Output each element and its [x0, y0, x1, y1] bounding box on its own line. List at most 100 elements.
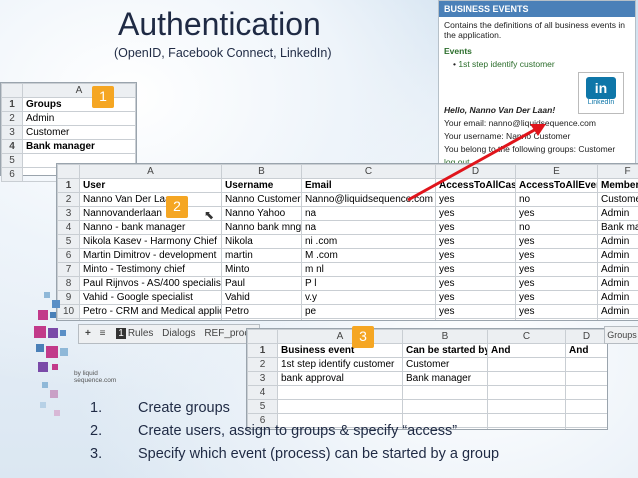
cell[interactable]	[565, 357, 607, 372]
cell[interactable]: Nanno@liquidsequence.com	[301, 192, 436, 207]
tab-rules[interactable]: Rules	[128, 328, 154, 339]
cell[interactable]: Admin	[597, 318, 638, 320]
tab-ref-proc[interactable]: REF_proc	[204, 328, 249, 339]
cell[interactable]: yes	[515, 206, 598, 221]
column-header[interactable]: D	[435, 164, 516, 179]
cell[interactable]: Admin	[597, 290, 638, 305]
cell[interactable]: v.y	[301, 290, 436, 305]
cell[interactable]	[487, 371, 566, 386]
cell[interactable]: yes	[435, 220, 516, 235]
cell[interactable]: Admin	[597, 206, 638, 221]
cell[interactable]: bank approval	[277, 371, 403, 386]
cell[interactable]: pe	[301, 304, 436, 319]
cell[interactable]: yes	[435, 290, 516, 305]
cell[interactable]: Email	[301, 178, 436, 193]
cell[interactable]: Paul	[221, 276, 302, 291]
cell[interactable]	[487, 385, 566, 400]
cell[interactable]: Bank manager	[402, 371, 488, 386]
column-header[interactable]: D	[565, 329, 607, 344]
cell[interactable]: na	[301, 206, 436, 221]
cell[interactable]	[402, 385, 488, 400]
cell[interactable]	[487, 413, 566, 428]
column-header[interactable]: A	[79, 164, 222, 179]
cell[interactable]	[277, 385, 403, 400]
cell[interactable]: Nikola Kasev - Harmony Chief	[79, 234, 222, 249]
column-header[interactable]: C	[301, 164, 436, 179]
cell[interactable]: AccessToAllCases	[435, 178, 516, 193]
cell[interactable]	[565, 413, 607, 428]
tab-groups[interactable]: Groups	[604, 326, 638, 344]
cell[interactable]: Minto	[221, 262, 302, 277]
cell[interactable]: martin2	[221, 318, 302, 320]
event-link[interactable]: 1st step identify customer	[458, 59, 554, 69]
cell[interactable]: Can be started by	[402, 343, 488, 358]
cell[interactable]: And	[487, 343, 566, 358]
linkedin-logo[interactable]: in LinkedIn	[578, 72, 624, 114]
cell[interactable]: Minto - Testimony chief	[79, 262, 222, 277]
cell[interactable]: Customer	[402, 357, 488, 372]
column-header[interactable]: A	[22, 83, 136, 98]
cell[interactable]: yes	[515, 262, 598, 277]
cell[interactable]: Admin	[597, 304, 638, 319]
cell[interactable]	[565, 371, 607, 386]
cell[interactable]	[487, 399, 566, 414]
cell[interactable]: Bank ma	[597, 220, 638, 235]
column-header[interactable]: B	[221, 164, 302, 179]
cell[interactable]: yes	[435, 304, 516, 319]
cell[interactable]: Admin	[22, 111, 136, 126]
cell[interactable]	[487, 357, 566, 372]
cell[interactable]: MemberOf	[597, 178, 638, 193]
cell[interactable]: Admin	[597, 248, 638, 263]
cell[interactable]: Nanno Yahoo	[221, 206, 302, 221]
column-header[interactable]: E	[515, 164, 598, 179]
cell[interactable]: Nanno - bank manager	[79, 220, 222, 235]
column-header[interactable]: B	[402, 329, 488, 344]
cell[interactable]: M .com	[301, 248, 436, 263]
cell[interactable]: m	[301, 318, 436, 320]
tab-dialogs[interactable]: Dialogs	[162, 328, 195, 339]
cell[interactable]: Admin	[597, 262, 638, 277]
cell[interactable]: yes	[435, 192, 516, 207]
cell[interactable]: Customer	[22, 125, 136, 140]
cell[interactable]: yes	[435, 276, 516, 291]
cell[interactable]: And	[565, 343, 607, 358]
cell[interactable]: Petro	[221, 304, 302, 319]
cell[interactable]: na	[301, 220, 436, 235]
cell[interactable]: yes	[435, 318, 516, 320]
cell[interactable]: Admin	[597, 234, 638, 249]
cell[interactable]: yes	[435, 262, 516, 277]
cell[interactable]: P l	[301, 276, 436, 291]
cell[interactable]: Business event	[277, 343, 403, 358]
cell[interactable]: Nikola	[221, 234, 302, 249]
cell[interactable]: Admin	[597, 276, 638, 291]
cell[interactable]: yes	[435, 206, 516, 221]
cell[interactable]: Vahid	[221, 290, 302, 305]
cell[interactable]: yes	[515, 248, 598, 263]
cell[interactable]: Username	[221, 178, 302, 193]
cell[interactable]: Nanno Van Der Laan	[79, 192, 222, 207]
cell[interactable]: Bank manager	[22, 139, 136, 154]
cell[interactable]: Martin Dimitrov - development	[79, 248, 222, 263]
cell[interactable]: 1st step identify customer	[277, 357, 403, 372]
cell[interactable]: yes	[515, 318, 598, 320]
cell[interactable]: Nanno bank mngr	[221, 220, 302, 235]
cell[interactable]: ni .com	[301, 234, 436, 249]
cell[interactable]: User	[79, 178, 222, 193]
cell[interactable]	[565, 427, 607, 429]
cell[interactable]	[487, 427, 566, 429]
column-header[interactable]: A	[277, 329, 403, 344]
cell[interactable]: yes	[515, 276, 598, 291]
cell[interactable]: Nannovanderlaan	[79, 206, 222, 221]
cell[interactable]: yes	[515, 304, 598, 319]
cell[interactable]: martin	[221, 248, 302, 263]
cell[interactable]: AccessToAllEvents	[515, 178, 598, 193]
cell[interactable]: Customer	[597, 192, 638, 207]
cell[interactable]: m nl	[301, 262, 436, 277]
cell[interactable]: yes	[515, 290, 598, 305]
cell[interactable]: Groups	[22, 97, 136, 112]
cell[interactable]: no	[515, 220, 598, 235]
cell[interactable]: yes	[435, 234, 516, 249]
cell[interactable]: yes	[515, 234, 598, 249]
column-header[interactable]: F	[597, 164, 638, 179]
cell[interactable]: Nanno Customer	[221, 192, 302, 207]
